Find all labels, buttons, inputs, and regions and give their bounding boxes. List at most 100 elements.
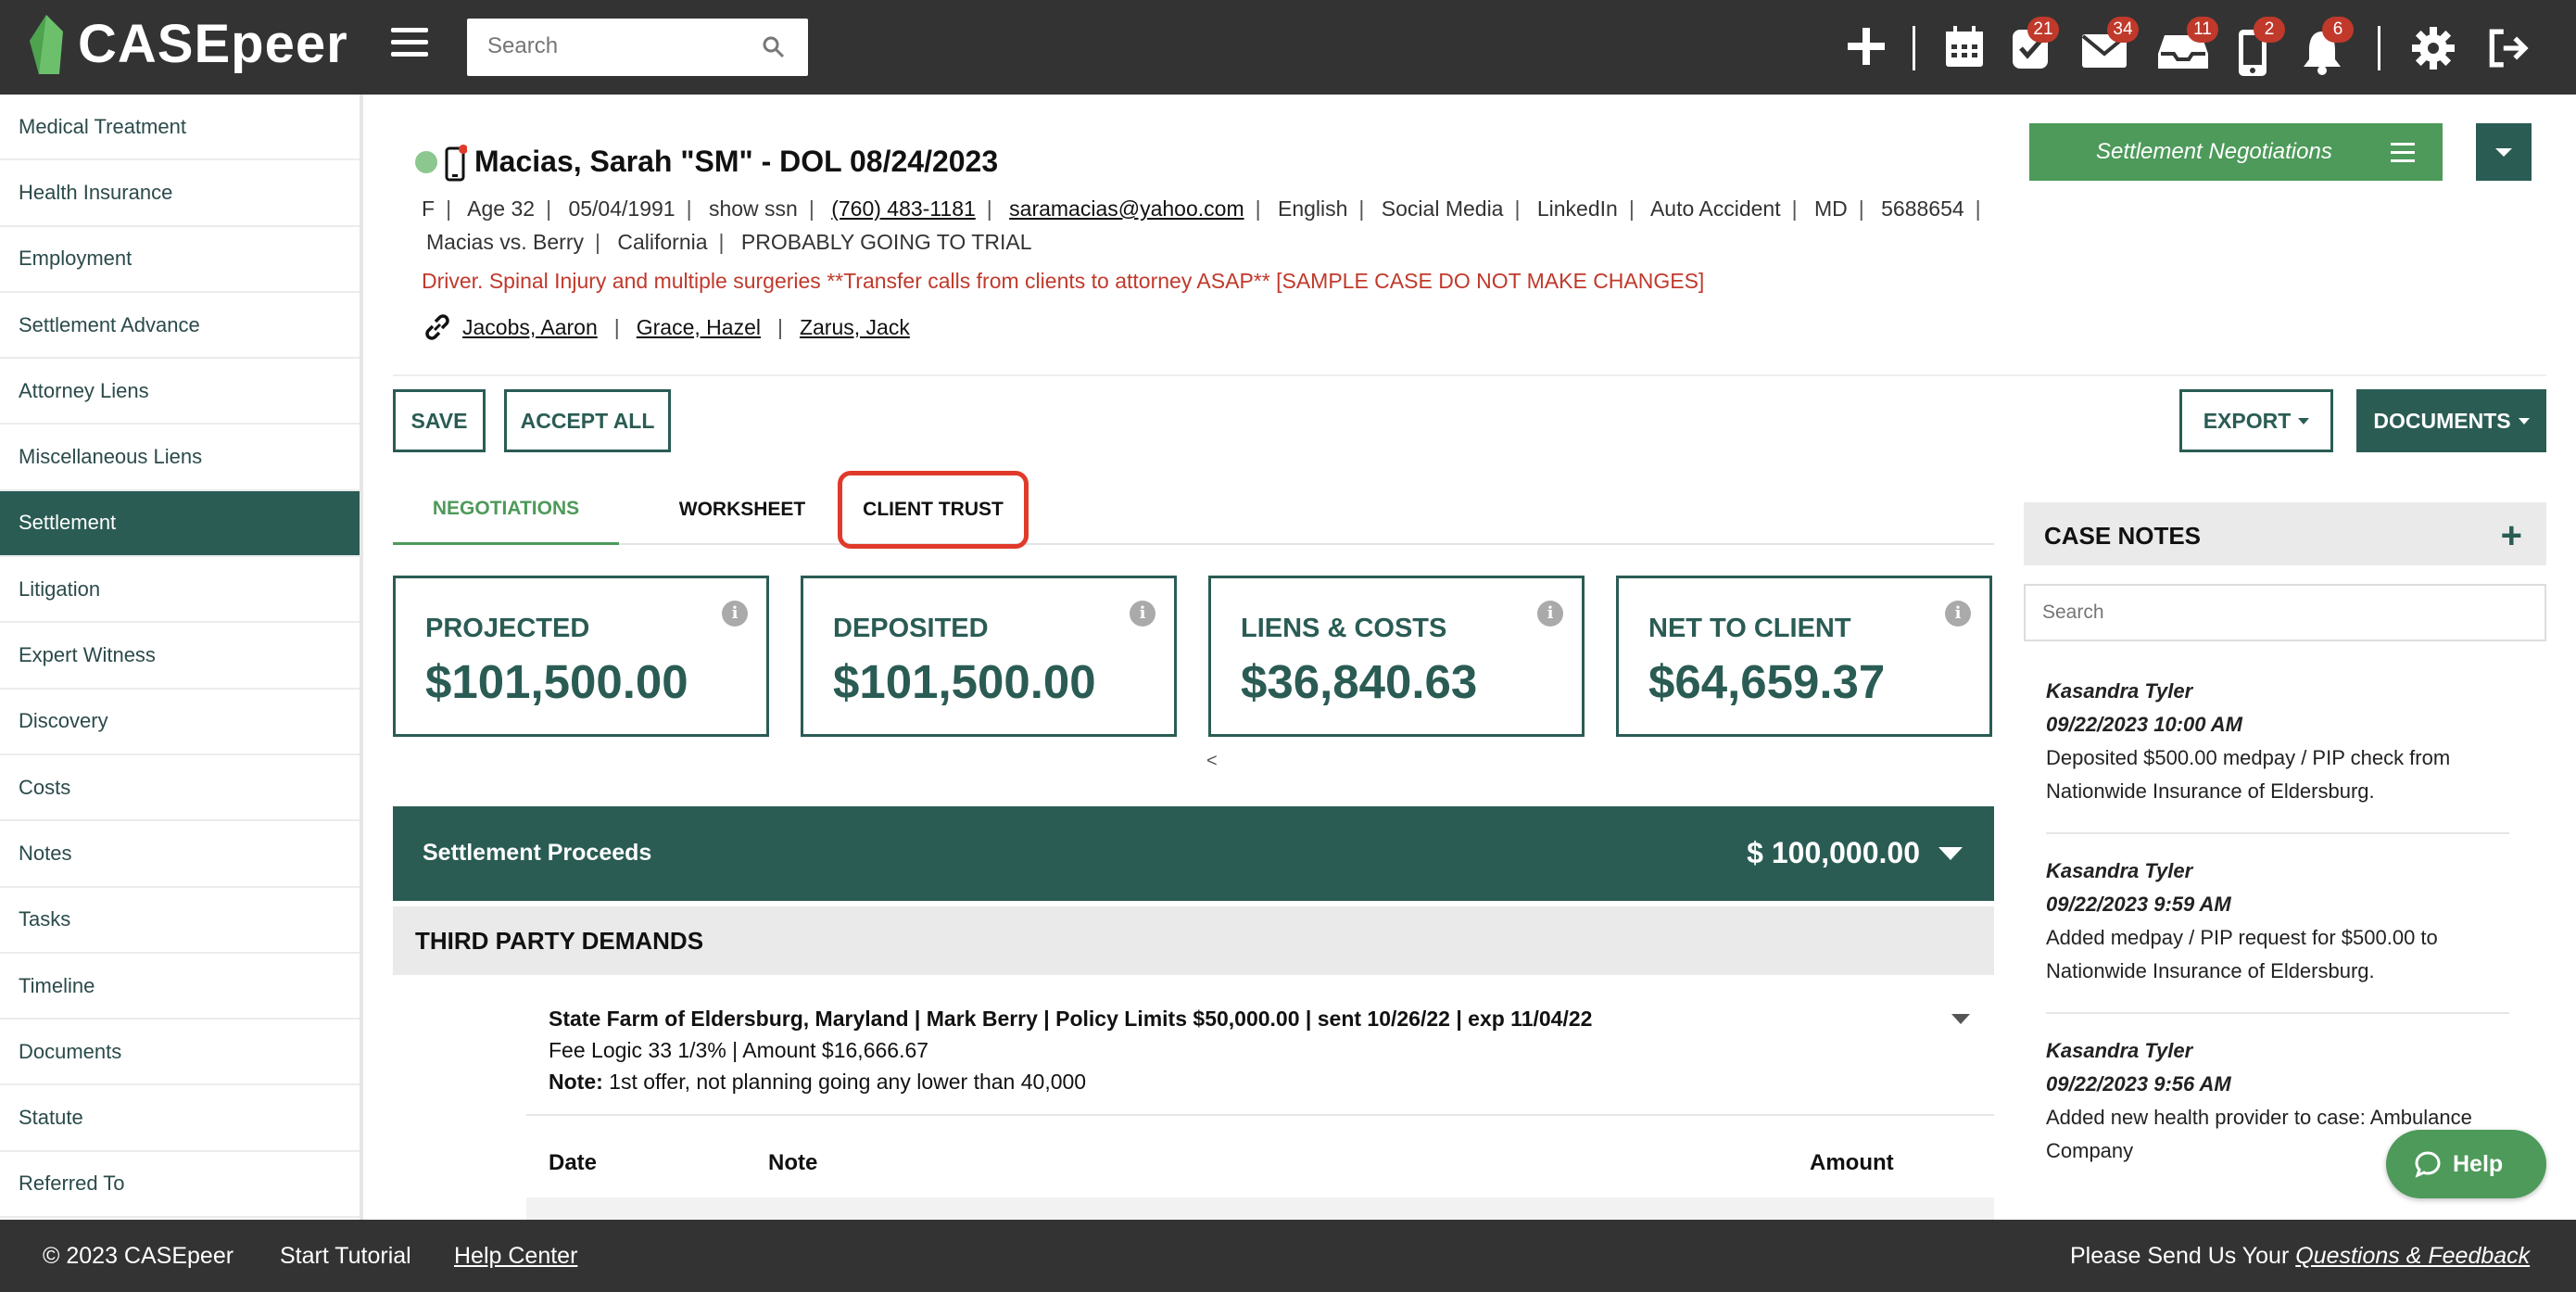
calendar-icon[interactable] — [1942, 24, 1987, 69]
sidebar-item-statute[interactable]: Statute — [0, 1085, 360, 1152]
sidebar-item-settlement[interactable]: Settlement — [0, 490, 360, 558]
sidebar-item-tasks[interactable]: Tasks — [0, 888, 360, 954]
tab-client-trust[interactable]: CLIENT TRUST — [838, 471, 1029, 549]
tasks-badge: 21 — [2027, 17, 2059, 43]
feedback-prefix: Please Send Us Your Questions & Feedback — [2070, 1243, 2530, 1270]
info-icon[interactable]: i — [1130, 601, 1155, 627]
search-icon[interactable] — [762, 35, 786, 59]
case-outlook: PROBABLY GOING TO TRIAL — [740, 230, 1032, 254]
list-icon — [2391, 143, 2415, 168]
proceeds-amount: $ 100,000.00 — [1747, 836, 1920, 869]
help-center-link[interactable]: Help Center — [454, 1243, 577, 1270]
sidebar-item-referred-to[interactable]: Referred To — [0, 1152, 360, 1219]
language: English — [1277, 196, 1348, 221]
sidebar-item-documents[interactable]: Documents — [0, 1020, 360, 1086]
sidebar-item-expert-witness[interactable]: Expert Witness — [0, 623, 360, 690]
mobile-phone-icon — [445, 145, 467, 182]
sms-icon[interactable]: 2 — [2237, 17, 2285, 78]
search-input[interactable] — [467, 19, 745, 74]
chevron-down-icon[interactable] — [1951, 1014, 1970, 1024]
note-text: Added medpay / PIP request for $500.00 t… — [2046, 926, 2438, 982]
sidebar-item-attorney-liens[interactable]: Attorney Liens — [0, 359, 360, 425]
contact-link[interactable]: Jacobs, Aaron — [462, 315, 598, 340]
sidebar-item-notes[interactable]: Notes — [0, 821, 360, 888]
feedback-prefix-text: Please Send Us Your — [2070, 1243, 2296, 1269]
sms-badge: 2 — [2254, 17, 2285, 43]
add-note-icon[interactable]: + — [2501, 515, 2522, 557]
inbox-badge: 11 — [2187, 17, 2218, 43]
note-time: 09/22/2023 10:00 AM — [2046, 713, 2242, 736]
case-notes-search-input[interactable] — [2024, 584, 2546, 641]
carousel-prev-button[interactable]: < — [1206, 751, 1218, 772]
note-text: Deposited $500.00 medpay / PIP check fro… — [2046, 746, 2451, 803]
case-notes-title: CASE NOTES — [2044, 522, 2202, 550]
save-button[interactable]: SAVE — [393, 389, 486, 452]
sidebar-item-employment[interactable]: Employment — [0, 227, 360, 293]
notifications-badge: 6 — [2322, 17, 2354, 43]
referral-source: Social Media — [1381, 196, 1504, 221]
sidebar-item-settlement-advance[interactable]: Settlement Advance — [0, 293, 360, 360]
start-tutorial-link[interactable]: Start Tutorial — [280, 1243, 411, 1270]
info-icon[interactable]: i — [722, 601, 748, 627]
logout-icon[interactable] — [2487, 26, 2532, 70]
demand-note: Note: 1st offer, not planning going any … — [549, 1070, 1086, 1095]
tab-negotiations[interactable]: NEGOTIATIONS — [393, 475, 619, 545]
state-code: MD — [1813, 196, 1848, 221]
export-button[interactable]: EXPORT — [2179, 389, 2333, 452]
inbox-icon[interactable]: 11 — [2157, 17, 2218, 70]
settlement-proceeds-bar[interactable]: Settlement Proceeds $ 100,000.00 — [393, 806, 1994, 901]
card-value: $101,500.00 — [425, 655, 688, 708]
summary-card-liens-costs: LIENS & COSTS $36,840.63 i — [1208, 576, 1585, 737]
case-caption: Macias vs. Berry — [426, 230, 584, 254]
note-label: Note: — [549, 1070, 603, 1094]
info-icon[interactable]: i — [1945, 601, 1971, 627]
tasks-icon[interactable]: 21 — [2011, 17, 2059, 70]
info-icon[interactable]: i — [1537, 601, 1563, 627]
status-dropdown-toggle[interactable] — [2476, 123, 2532, 181]
case-number: 5688654 — [1881, 196, 1964, 221]
sidebar-item-costs[interactable]: Costs — [0, 755, 360, 822]
demand-summary: State Farm of Eldersburg, Maryland | Mar… — [549, 1007, 1593, 1031]
contact-link[interactable]: Zarus, Jack — [800, 315, 910, 340]
card-value: $64,659.37 — [1648, 655, 1886, 708]
online-status-dot — [415, 151, 437, 173]
chevron-down-icon — [2518, 417, 2530, 424]
table-row — [526, 1197, 1994, 1220]
divider — [2046, 1012, 2509, 1014]
proceeds-label: Settlement Proceeds — [423, 840, 652, 866]
notifications-icon[interactable]: 6 — [2302, 17, 2354, 75]
case-note-item[interactable]: Kasandra Tyler 09/22/2023 10:00 AM Depos… — [2046, 675, 2528, 808]
help-button[interactable]: Help — [2386, 1130, 2546, 1198]
link-icon — [425, 314, 449, 340]
accept-all-button[interactable]: ACCEPT ALL — [504, 389, 671, 452]
card-label: NET TO CLIENT — [1648, 614, 1851, 643]
summary-card-deposited: DEPOSITED $101,500.00 i — [801, 576, 1177, 737]
gear-icon[interactable] — [2411, 26, 2456, 70]
tab-worksheet[interactable]: WORKSHEET — [639, 475, 845, 545]
mail-icon[interactable]: 34 — [2081, 17, 2139, 70]
sidebar-item-miscellaneous-liens[interactable]: Miscellaneous Liens — [0, 424, 360, 491]
logo[interactable]: CASEpeer — [26, 13, 348, 75]
email-link[interactable]: saramacias@yahoo.com — [1009, 196, 1244, 221]
documents-button[interactable]: DOCUMENTS — [2356, 389, 2546, 452]
sidebar-item-health-insurance[interactable]: Health Insurance — [0, 160, 360, 227]
card-label: PROJECTED — [425, 614, 590, 643]
contact-link[interactable]: Grace, Hazel — [637, 315, 761, 340]
card-value: $36,840.63 — [1241, 655, 1478, 708]
card-label: DEPOSITED — [833, 614, 989, 643]
top-bar: CASEpeer 21 34 — [0, 0, 2576, 95]
feedback-link[interactable]: Questions & Feedback — [2295, 1243, 2530, 1269]
mail-badge: 34 — [2107, 17, 2139, 43]
sidebar-item-discovery[interactable]: Discovery — [0, 690, 360, 755]
demand-fee-logic: Fee Logic 33 1/3% | Amount $16,666.67 — [549, 1038, 929, 1062]
case-note-item[interactable]: Kasandra Tyler 09/22/2023 9:59 AM Added … — [2046, 855, 2528, 988]
case-status-button[interactable]: Settlement Negotiations — [2029, 123, 2443, 181]
menu-icon[interactable] — [391, 28, 428, 65]
sidebar-item-medical-treatment[interactable]: Medical Treatment — [0, 95, 360, 161]
show-ssn-link[interactable]: show ssn — [709, 196, 798, 221]
sidebar-item-litigation[interactable]: Litigation — [0, 557, 360, 624]
sidebar-item-timeline[interactable]: Timeline — [0, 954, 360, 1020]
add-icon[interactable] — [1844, 24, 1888, 69]
case-alert: Driver. Spinal Injury and multiple surge… — [422, 269, 1705, 293]
phone-link[interactable]: (760) 483-1181 — [831, 196, 976, 221]
